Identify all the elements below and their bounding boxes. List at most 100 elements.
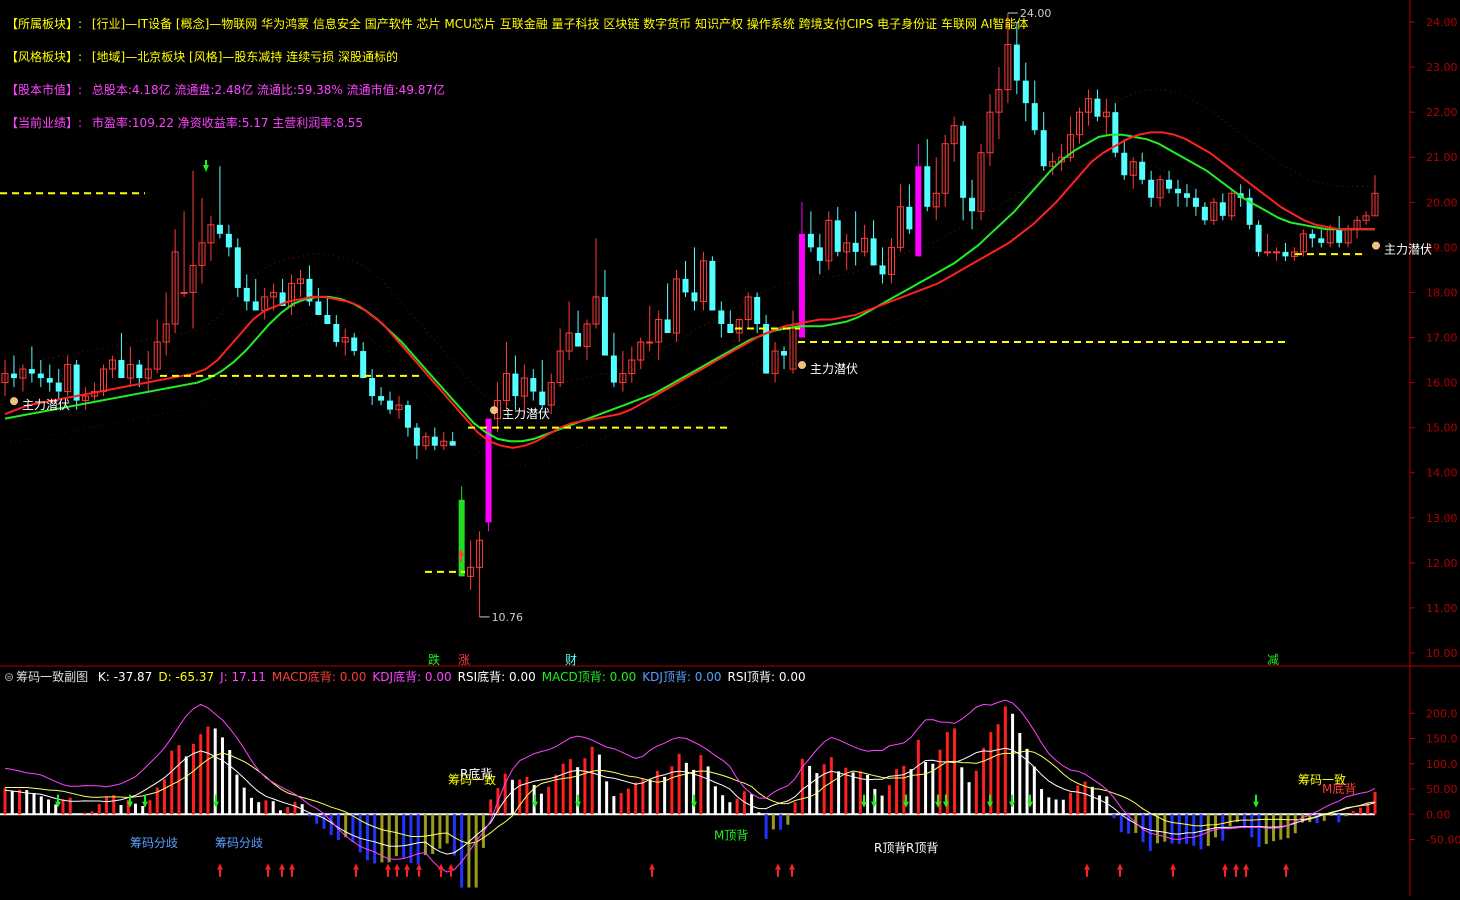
capital-label: 【股本市值】: (6, 83, 83, 97)
down-arrow-icon (203, 165, 209, 172)
price-tick-label: 23.00 (1426, 61, 1458, 74)
indicator-value: MACD顶背: 0.00 (541, 670, 637, 684)
hand-icon (490, 406, 498, 415)
indicator-signal-label: 筹码分歧 (130, 836, 178, 850)
indicator-value: K: -37.87 (97, 670, 153, 684)
price-tick-label: 10.00 (1426, 647, 1458, 660)
up-arrow-icon (265, 863, 271, 870)
up-arrow-icon (789, 863, 795, 870)
candle-body (1336, 229, 1343, 243)
candle-body (180, 291, 188, 294)
up-arrow-icon (404, 863, 410, 870)
candle-body (324, 314, 331, 324)
event-mark: 减 (1267, 653, 1279, 667)
down-arrow-icon (1253, 801, 1259, 808)
capital-text: 总股本:4.18亿 流通盘:2.48亿 流通比:59.38% 流通市值:49.8… (91, 83, 446, 97)
candle-body (55, 382, 62, 392)
candle-body (1013, 44, 1020, 81)
candle-body (216, 224, 223, 234)
candle-body (136, 364, 143, 379)
candle-body (387, 400, 394, 410)
indicator-signal-label: R顶背 (906, 841, 938, 855)
candle-body (915, 166, 922, 257)
candle-body (610, 355, 617, 383)
up-arrow-icon (217, 863, 223, 870)
candle-body (315, 301, 322, 315)
candle-body (225, 233, 232, 248)
candle-body (37, 373, 44, 379)
indicator-signal-label: M底背 (1322, 781, 1356, 796)
candle-body (969, 197, 976, 212)
candle-body (1309, 233, 1316, 239)
candle-body (369, 378, 376, 397)
price-tick-label: 13.00 (1426, 512, 1458, 525)
candle-body (709, 260, 716, 311)
candle-body (1273, 251, 1281, 254)
price-tick-label: 16.00 (1426, 377, 1458, 390)
down-arrow-icon (575, 801, 581, 808)
price-tick-label: 20.00 (1426, 196, 1458, 209)
candle-body (539, 391, 546, 406)
hand-icon (798, 361, 806, 370)
capital-row: 【股本市值】: 总股本:4.18亿 流通盘:2.48亿 流通比:59.38% 流… (6, 81, 445, 98)
down-arrow-icon (1009, 801, 1015, 808)
candle-body (431, 436, 438, 446)
hand-icon (10, 397, 18, 406)
indicator-header: ⊜ 筹码一致副图 K: -37.87 D: -65.37 J: 17.11 MACD底背… (0, 668, 1410, 686)
price-tick-label: 14.00 (1426, 467, 1458, 480)
up-arrow-icon (1283, 863, 1289, 870)
up-arrow-icon (394, 863, 400, 870)
indicator-value: J: 17.11 (220, 670, 266, 684)
chart-canvas[interactable]: 24.0023.0022.0021.0020.0019.0018.0017.00… (0, 0, 1460, 896)
event-mark: 财 (565, 653, 577, 667)
candle-body (1192, 197, 1199, 207)
indicator-settings-icon[interactable]: ⊜ (4, 670, 14, 684)
candle-body (28, 369, 35, 374)
candle-body (781, 351, 788, 356)
candle-body (754, 296, 761, 324)
price-tick-label: 22.00 (1426, 106, 1458, 119)
candle-body (1121, 152, 1128, 176)
candle-body (351, 337, 358, 352)
candle-body (1318, 238, 1325, 243)
indicator-signal-label: R顶背 (874, 841, 906, 855)
candle-body (924, 166, 931, 207)
style-label: 【风格板块】: (6, 50, 83, 64)
candle-body (1139, 161, 1146, 180)
lower-band-line (4, 159, 1375, 467)
up-arrow-icon (1084, 863, 1090, 870)
up-arrow-icon (448, 863, 454, 870)
price-tick-label: 21.00 (1426, 151, 1458, 164)
main-force-label: 主力潜伏 (1384, 243, 1432, 257)
candle-body (691, 292, 698, 302)
indicator-tick-label: 200.0 (1426, 707, 1458, 720)
candle-body (1040, 130, 1047, 167)
perf-label: 【当前业绩】: (6, 116, 83, 130)
event-mark: 涨 (458, 652, 470, 667)
industry-row: 【所属板块】: [行业]—IT设备 [概念]—物联网 华为鸿蒙 信息安全 国产软… (6, 15, 1029, 32)
price-tick-label: 18.00 (1426, 286, 1458, 299)
indicator-tick-label: 150.0 (1426, 733, 1458, 746)
event-mark: 跌 (428, 652, 440, 667)
candle-body (879, 265, 886, 275)
candle-body (834, 220, 841, 252)
candle-body (1094, 98, 1101, 117)
candle-body (449, 441, 456, 446)
up-arrow-icon (385, 863, 391, 870)
candle-body (46, 378, 53, 383)
candle-body (1264, 251, 1272, 254)
price-tick-label: 11.00 (1426, 602, 1458, 615)
up-arrow-icon (775, 863, 781, 870)
candle-body (118, 360, 125, 379)
indicator-value: RSI顶背: 0.00 (727, 670, 806, 684)
up-arrow-icon (353, 863, 359, 870)
indicator-value: RSI底背: 0.00 (457, 670, 536, 684)
price-tick-label: 12.00 (1426, 557, 1458, 570)
hand-icon (1372, 241, 1380, 250)
style-row: 【风格板块】: [地域]—北京板块 [风格]—股东减持 连续亏损 深股通标的 (6, 48, 398, 65)
indicator-signal-label: R底背 (460, 766, 492, 781)
candle-body (601, 296, 608, 356)
up-arrow-icon (1243, 863, 1249, 870)
candle-body (243, 287, 250, 302)
indicator-tick-label: 50.00 (1426, 783, 1458, 796)
